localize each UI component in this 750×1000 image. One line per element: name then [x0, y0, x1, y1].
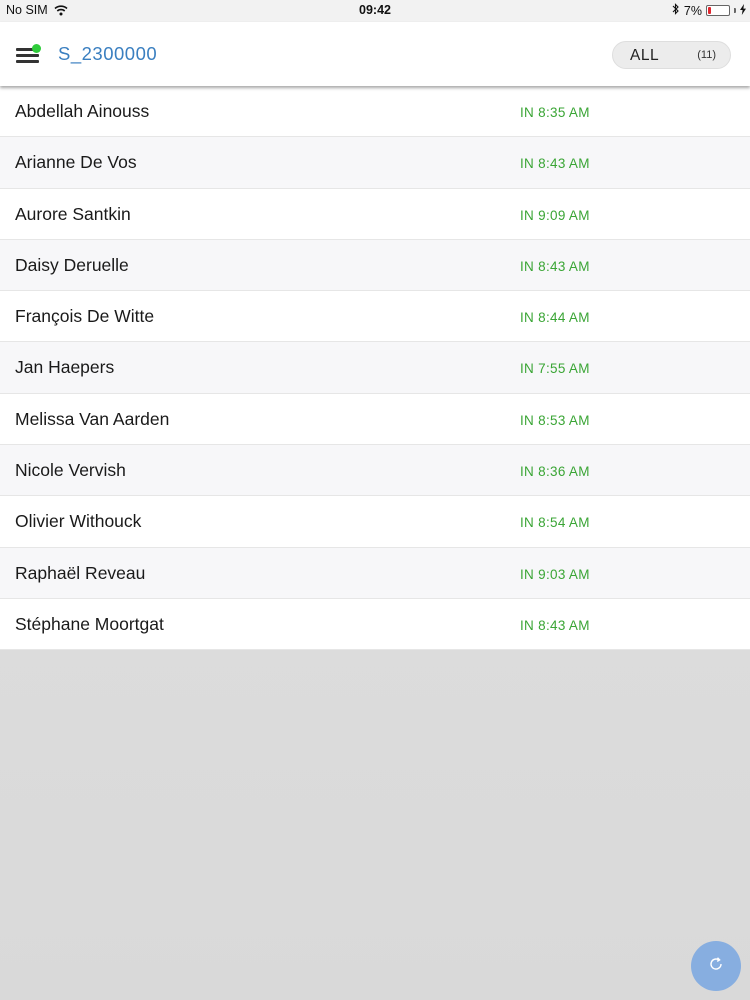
list-item[interactable]: Aurore Santkin IN 9:09 AM: [0, 188, 750, 240]
check-in-status: IN 8:36 AM: [520, 464, 590, 480]
check-in-status: IN 8:35 AM: [520, 105, 590, 120]
online-dot-icon: [32, 44, 41, 53]
battery-level: [708, 7, 711, 14]
charging-bolt-icon: [740, 3, 746, 18]
status-right: 7%: [672, 3, 746, 18]
list-item[interactable]: Raphaël Reveau IN 9:03 AM: [0, 547, 750, 599]
check-in-status: IN 8:43 AM: [520, 617, 590, 633]
list-item[interactable]: François De Witte IN 8:44 AM: [0, 291, 750, 343]
list-item[interactable]: Jan Haepers IN 7:55 AM: [0, 342, 750, 394]
battery-icon: [706, 5, 730, 16]
person-name: Melissa Van Aarden: [15, 408, 170, 429]
app-header: S_2300000 ALL (11): [0, 22, 750, 86]
check-in-status: IN 8:44 AM: [520, 310, 590, 326]
check-in-status: IN 9:09 AM: [520, 207, 590, 223]
person-name: Stéphane Moortgat: [15, 613, 164, 634]
list-item[interactable]: Olivier Withouck IN 8:54 AM: [0, 496, 750, 548]
list-item[interactable]: Stéphane Moortgat IN 8:43 AM: [0, 598, 750, 651]
list-item[interactable]: Nicole Vervish IN 8:36 AM: [0, 445, 750, 497]
filter-all-button[interactable]: ALL (11): [612, 41, 731, 69]
check-in-status: IN 7:55 AM: [520, 361, 590, 377]
page-title: S_2300000: [58, 43, 158, 64]
person-name: Nicole Vervish: [15, 460, 126, 481]
person-name: Jan Haepers: [15, 357, 115, 378]
list-item[interactable]: Abdellah Ainouss IN 8:35 AM: [0, 86, 750, 138]
menu-button[interactable]: [14, 40, 42, 68]
person-name: Abdellah Ainouss: [15, 101, 150, 121]
check-in-status: IN 8:43 AM: [520, 156, 590, 172]
filter-count: (11): [697, 49, 716, 61]
filter-label: ALL: [630, 47, 660, 64]
battery-percent: 7%: [683, 3, 702, 18]
check-in-status: IN 8:43 AM: [520, 258, 590, 274]
person-name: Olivier Withouck: [15, 511, 142, 532]
list-item[interactable]: Arianne De Vos IN 8:43 AM: [0, 137, 750, 189]
person-name: Daisy Deruelle: [15, 254, 129, 275]
clock: 09:42: [359, 3, 391, 17]
check-in-status: IN 8:53 AM: [520, 412, 590, 428]
person-name: Arianne De Vos: [15, 152, 137, 173]
bluetooth-icon: [672, 3, 680, 18]
list-item[interactable]: Melissa Van Aarden IN 8:53 AM: [0, 393, 750, 446]
battery-tip: [734, 8, 736, 13]
person-name: Aurore Santkin: [15, 203, 131, 224]
check-in-status: IN 8:54 AM: [520, 515, 590, 531]
attendance-list: Abdellah Ainouss IN 8:35 AM Arianne De V…: [0, 86, 750, 651]
check-in-status: IN 9:03 AM: [520, 566, 590, 582]
refresh-button[interactable]: [691, 941, 741, 991]
status-bar: No SIM 09:42 7%: [0, 0, 750, 22]
refresh-icon: [707, 955, 725, 978]
person-name: Raphaël Reveau: [15, 562, 146, 583]
list-item[interactable]: Daisy Deruelle IN 8:43 AM: [0, 239, 750, 292]
person-name: François De Witte: [15, 306, 155, 327]
